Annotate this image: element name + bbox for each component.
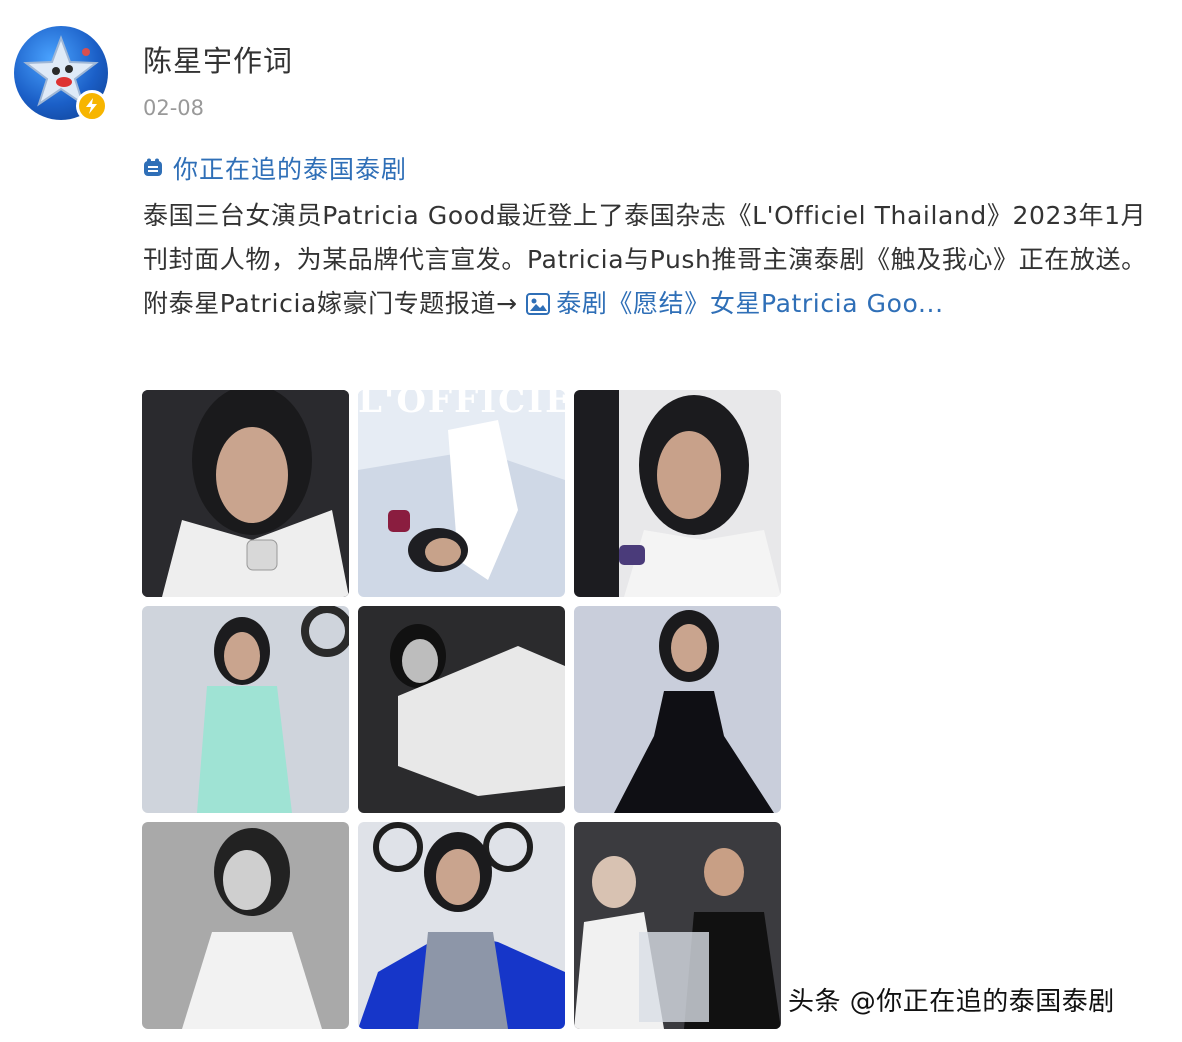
photo-mint-dress[interactable] <box>142 606 349 813</box>
photo-black-dress[interactable] <box>574 606 781 813</box>
photo-blue-sequin[interactable] <box>358 822 565 1029</box>
cover-masthead: L'OFFICIEL <box>358 390 565 421</box>
photo-bw-blazer[interactable] <box>142 822 349 1029</box>
photo-portrait-white-shirt[interactable] <box>142 390 349 597</box>
weibo-post: 陈星宇作词 02-08 你正在追的泰国泰剧 泰国三台女演员Patricia Go… <box>0 0 1182 1042</box>
photo-grid: L'OFFICIEL <box>142 390 782 1030</box>
topic-link[interactable]: 你正在追的泰国泰剧 <box>143 150 407 186</box>
hashtag-topic-icon <box>144 158 162 176</box>
photo-magazine-cover[interactable]: L'OFFICIEL <box>358 390 565 597</box>
article-link[interactable]: 泰剧《愿结》女星Patricia Goo... <box>526 289 943 318</box>
photo-portrait-leaning[interactable] <box>574 390 781 597</box>
watermark: 头条 @你正在追的泰国泰剧 <box>788 987 1115 1017</box>
article-link-text: 泰剧《愿结》女星Patricia Goo... <box>556 289 944 318</box>
author-name[interactable]: 陈星宇作词 <box>143 38 293 80</box>
image-link-icon <box>526 293 551 315</box>
topic-label: 你正在追的泰国泰剧 <box>173 155 408 184</box>
lightning-verified-icon <box>76 90 108 122</box>
post-time: 02-08 <box>143 96 205 120</box>
photo-reclining-bw[interactable] <box>358 606 565 813</box>
photo-wedding-champagne[interactable] <box>574 822 781 1029</box>
post-body: 泰国三台女演员Patricia Good最近登上了泰国杂志《L'Officiel… <box>143 194 1167 326</box>
